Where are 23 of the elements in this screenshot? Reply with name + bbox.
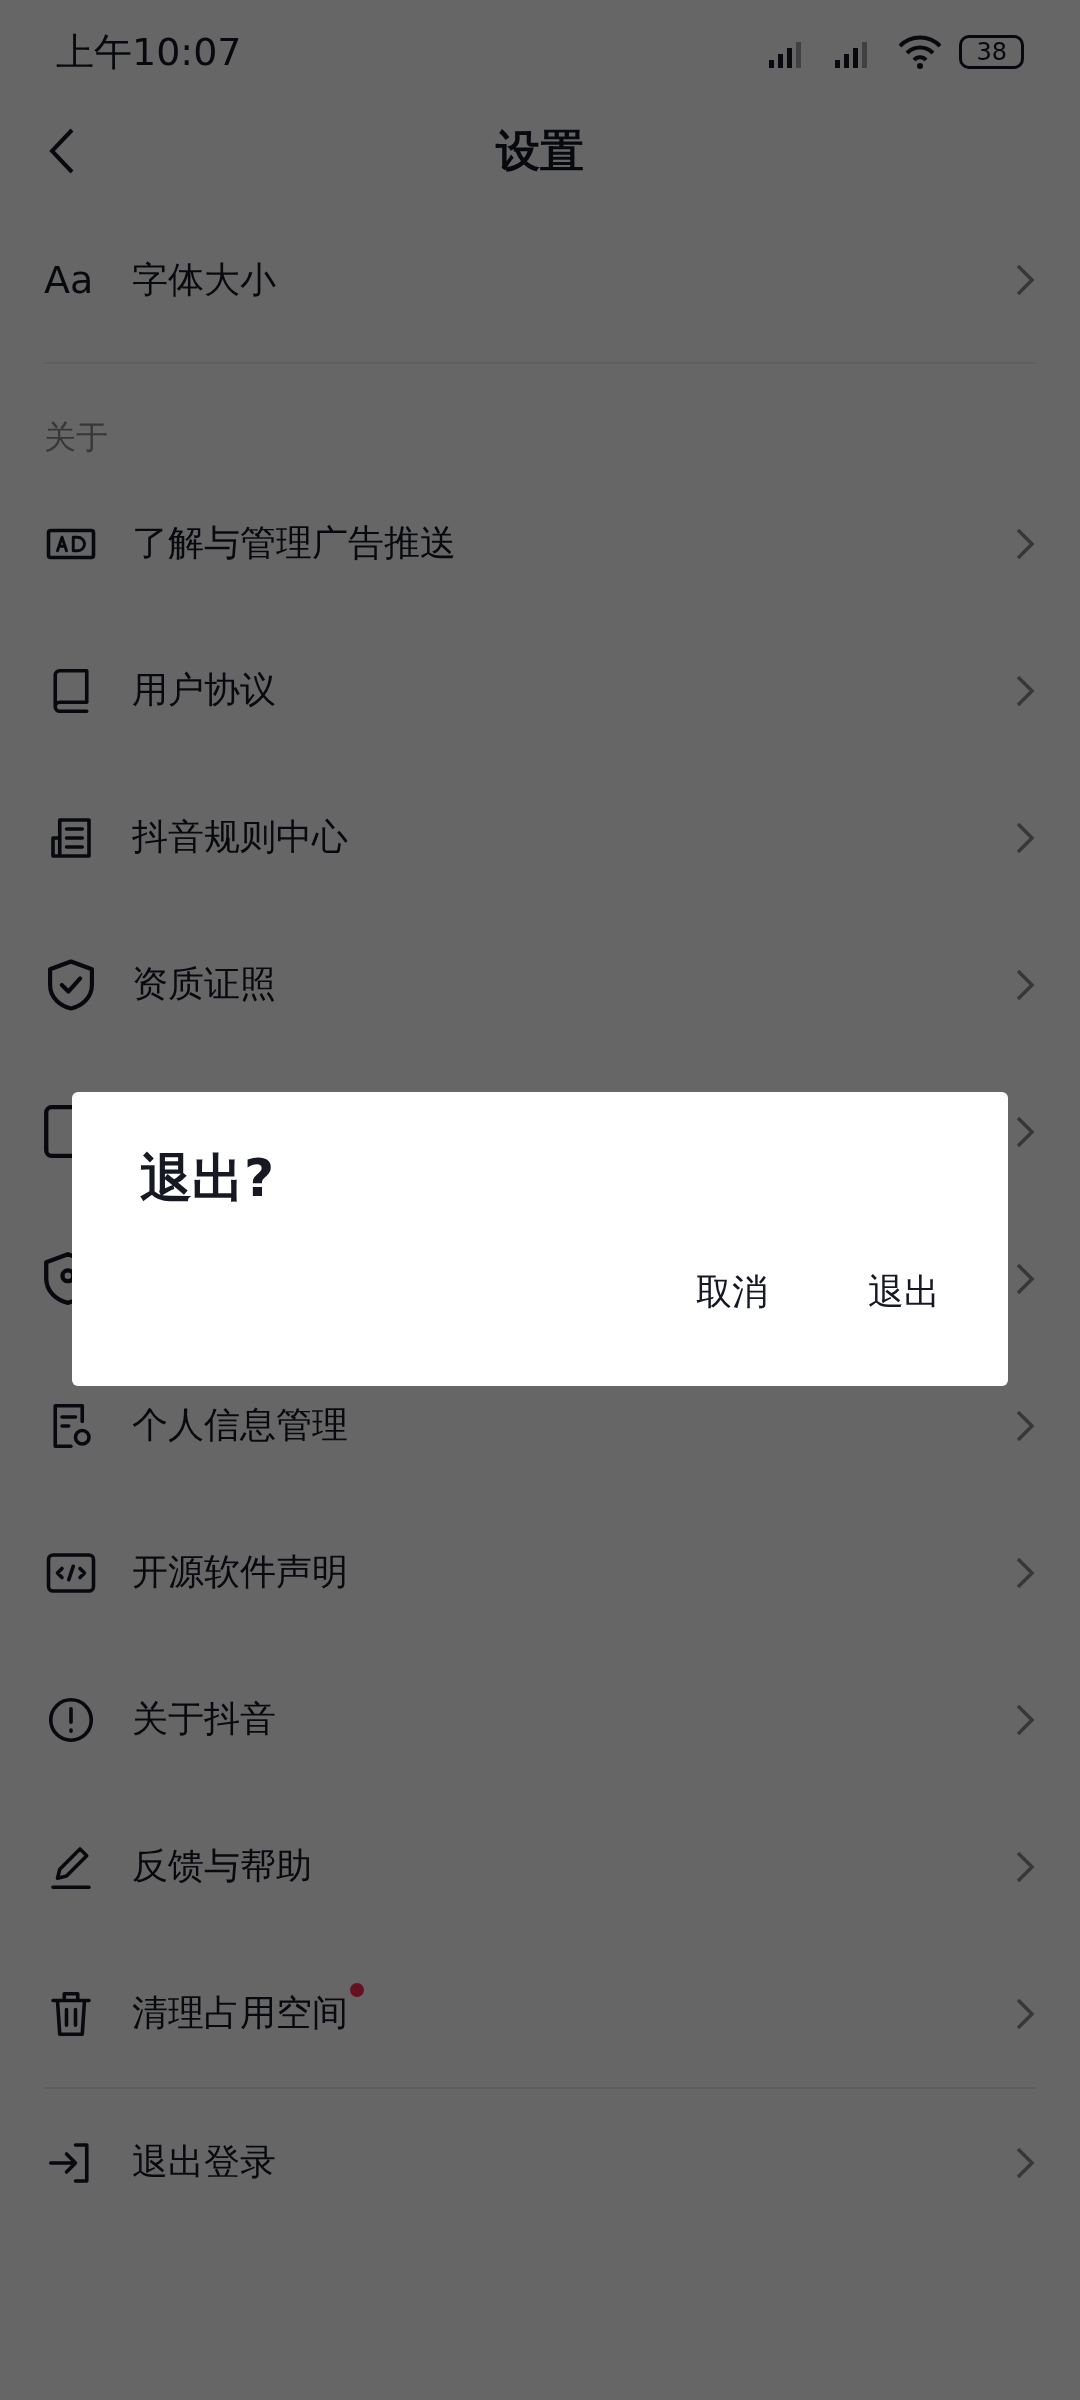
settings-item[interactable]: 资质证照 [132,960,276,1009]
battery-icon: 38 [959,35,1024,69]
chevron-right-icon [1014,262,1036,298]
shield-check-icon [48,958,94,1011]
settings-item[interactable]: 抖音规则中心 [132,813,348,862]
shield-icon [44,1252,72,1305]
font-size-icon: Aa [44,258,98,302]
dialog-button[interactable]: 退出 [868,1268,940,1317]
status-time: 上午10:07 [56,28,242,76]
dialog-button[interactable]: 取消 [696,1268,768,1317]
page-title: 设置 [496,123,584,178]
wifi-icon [897,35,944,69]
settings-item[interactable]: 清理占用空间 [132,1989,348,2038]
settings-item[interactable]: 了解与管理广告推送 [132,519,456,568]
phone-icon [44,1105,72,1158]
settings-item[interactable]: 关于抖音 [132,1695,276,1744]
settings-item[interactable]: 字体大小 [132,255,276,305]
settings-item[interactable]: 开源软件声明 [132,1548,348,1597]
settings-item[interactable]: 退出登录 [132,2138,276,2187]
dialog-title: 退出? [140,1147,276,1210]
settings-item[interactable]: 个人信息管理 [132,1401,348,1450]
settings-item[interactable]: 反馈与帮助 [132,1842,312,1891]
settings-item[interactable]: 用户协议 [132,666,276,715]
